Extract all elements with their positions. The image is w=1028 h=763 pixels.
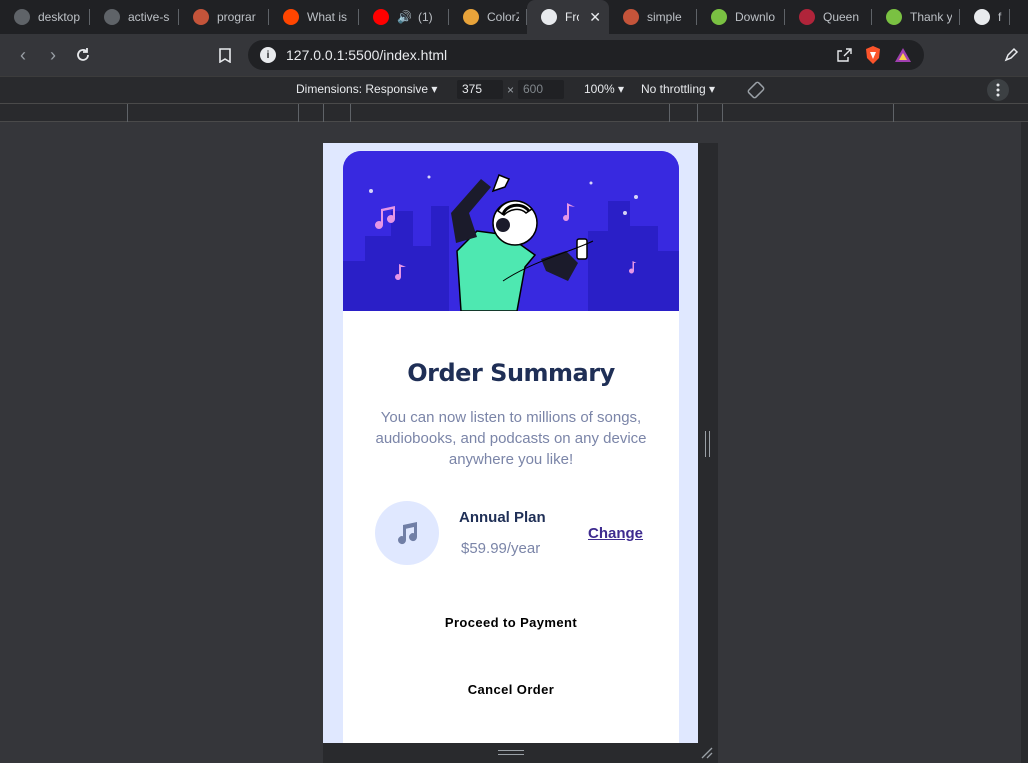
chevron-down-icon: ▾: [709, 82, 716, 96]
cancel-order-button[interactable]: Cancel Order: [343, 682, 679, 697]
close-tab-icon[interactable]: ✕: [589, 9, 601, 26]
page-title: Order Summary: [407, 359, 615, 387]
hero-illustration: [343, 151, 679, 311]
viewport-right-resize-handle[interactable]: [698, 143, 718, 743]
zoom-label: 100%: [584, 82, 615, 96]
change-plan-link[interactable]: Change: [588, 525, 643, 542]
tab-title: (1): [417, 10, 433, 24]
proceed-to-payment-button[interactable]: Proceed to Payment: [343, 615, 679, 630]
browser-tab-bar: desktop active-s prograr What is 🔊 (1) ColorZi…: [0, 0, 1028, 34]
colorzilla-icon: [463, 9, 479, 25]
browser-tab[interactable]: Downlo: [697, 0, 785, 34]
browser-tab[interactable]: Fro ✕: [527, 0, 609, 34]
bookmark-icon[interactable]: [210, 40, 240, 70]
throttling-label: No throttling: [641, 82, 706, 96]
more-options-icon[interactable]: [987, 79, 1009, 101]
tab-title: Queen: [823, 10, 860, 24]
tab-title: desktop: [38, 10, 81, 24]
browser-tab[interactable]: Thank y: [872, 0, 960, 34]
download-icon: [711, 9, 727, 25]
forward-icon[interactable]: ›: [38, 40, 68, 70]
site-info-icon[interactable]: i: [260, 47, 276, 63]
height-input[interactable]: 600: [518, 80, 564, 99]
tab-title: Fro: [565, 10, 579, 24]
browser-tab[interactable]: prograr: [179, 0, 269, 34]
reddit-icon: [283, 9, 299, 25]
back-icon[interactable]: ‹: [8, 40, 38, 70]
browser-toolbar: ‹ › i 127.0.0.1:5500/index.html: [0, 34, 1028, 76]
brave-rewards-icon[interactable]: [894, 47, 912, 68]
zoom-dropdown[interactable]: 100% ▾: [584, 82, 624, 96]
viewport-bottom-resize-handle[interactable]: [323, 743, 718, 763]
browser-tab[interactable]: What is: [269, 0, 359, 34]
media-query-ruler[interactable]: [0, 103, 1028, 122]
chevron-down-icon: ▾: [431, 82, 438, 96]
download-icon: [886, 9, 902, 25]
browser-tab[interactable]: desktop: [0, 0, 90, 34]
throttling-dropdown[interactable]: No throttling ▾: [641, 82, 715, 96]
globe-icon: [104, 9, 120, 25]
tab-title: simple: [647, 10, 682, 24]
tab-title: Thank y: [910, 10, 952, 24]
tab-title: fire: [998, 10, 1002, 24]
browser-tab[interactable]: active-s: [90, 0, 179, 34]
brave-search-icon: [623, 9, 639, 25]
url-text[interactable]: 127.0.0.1:5500/index.html: [286, 47, 447, 63]
order-summary-card: Order Summary You can now listen to mill…: [343, 151, 679, 743]
device-toolbar: Dimensions: Responsive ▾ 375 × 600 100% …: [0, 76, 1028, 103]
devtools-panel-edge: [1021, 122, 1028, 763]
order-description: You can now listen to millions of songs,…: [375, 409, 647, 468]
responsive-viewport: Order Summary You can now listen to mill…: [323, 143, 698, 743]
brave-search-icon: [193, 9, 209, 25]
tab-title: prograr: [217, 10, 256, 24]
youtube-icon: [373, 9, 389, 25]
browser-tab[interactable]: Queen: [785, 0, 872, 34]
globe-icon: [14, 9, 30, 25]
reload-icon[interactable]: [68, 40, 98, 70]
share-icon[interactable]: [836, 47, 852, 68]
dimensions-label: Dimensions: Responsive: [296, 82, 429, 96]
frontend-mentor-icon: [541, 9, 557, 25]
music-note-icon: [375, 501, 439, 565]
browser-tab[interactable]: ColorZi: [449, 0, 527, 34]
browser-tab[interactable]: simple: [609, 0, 697, 34]
chevron-down-icon: ▾: [618, 82, 625, 96]
tab-title: active-s: [128, 10, 170, 24]
tab-title: ColorZi: [487, 10, 519, 24]
plan-price: $59.99/year: [461, 540, 541, 557]
tab-title: Downlo: [735, 10, 776, 24]
plan-name: Annual Plan: [459, 509, 546, 526]
address-bar[interactable]: i 127.0.0.1:5500/index.html: [248, 40, 924, 70]
browser-tab[interactable]: 🔊 (1): [359, 0, 449, 34]
tab-title: What is: [307, 10, 348, 24]
brave-shields-icon[interactable]: [864, 45, 882, 70]
extension-pen-icon[interactable]: [996, 40, 1026, 70]
queen-icon: [799, 9, 815, 25]
rotate-icon[interactable]: [746, 80, 766, 103]
browser-tab[interactable]: fire: [960, 0, 1010, 34]
dimensions-dropdown[interactable]: Dimensions: Responsive ▾: [296, 82, 437, 96]
times-sign: ×: [507, 83, 515, 97]
audio-playing-icon[interactable]: 🔊: [397, 10, 412, 24]
fire-icon: [974, 9, 990, 25]
width-input[interactable]: 375: [457, 80, 503, 99]
